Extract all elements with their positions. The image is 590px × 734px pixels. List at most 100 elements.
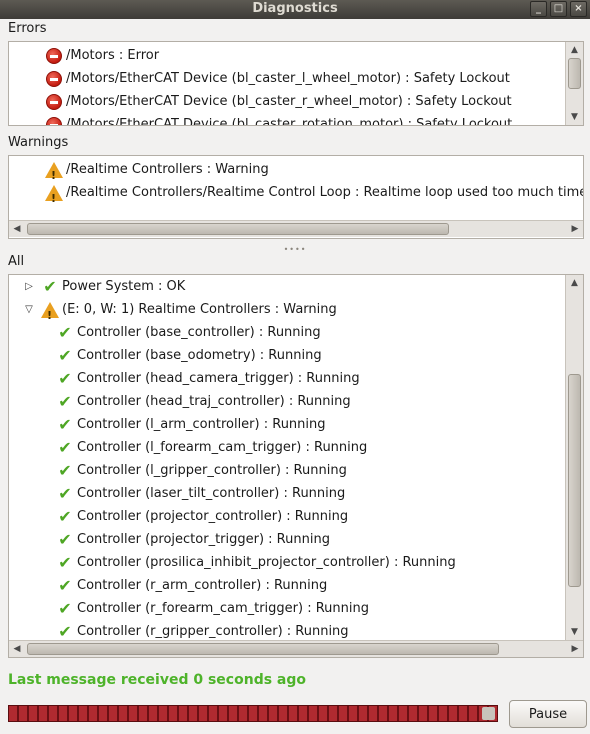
errors-vertical-scrollbar[interactable]: ▲ ▼ (565, 42, 583, 125)
error-row[interactable]: /Motors : Error (45, 44, 159, 67)
item-label: (E: 0, W: 1) Realtime Controllers : Warn… (62, 302, 337, 317)
tree-row[interactable]: ✔ Controller (projector_trigger) : Runnin… (56, 528, 330, 551)
close-button[interactable]: × (570, 1, 587, 17)
ok-icon: ✔ (56, 369, 74, 388)
ok-icon-shape: ✔ (58, 506, 72, 526)
ok-icon: ✔ (56, 415, 74, 434)
item-label: Controller (projector_controller) : Runn… (77, 509, 349, 524)
scroll-up-arrow-icon[interactable]: ▲ (566, 42, 583, 58)
tree-row[interactable]: ▷ ✔ Power System : OK (23, 275, 185, 298)
all-tree[interactable]: ▷ ✔ Power System : OK ▽ (E: 0, W: 1) Realtim… (8, 274, 584, 658)
errors-label: Errors (8, 21, 47, 36)
warnings-horizontal-scrollbar[interactable]: ◀ ▶ (9, 220, 583, 237)
ok-icon-shape: ✔ (58, 575, 72, 595)
error-row[interactable]: /Motors/EtherCAT Device (bl_caster_r_whe… (45, 90, 512, 113)
maximize-button[interactable]: □ (550, 1, 567, 17)
warnings-label: Warnings (8, 135, 69, 150)
scroll-thumb[interactable] (568, 374, 581, 587)
scroll-down-arrow-icon[interactable]: ▼ (566, 109, 583, 125)
ok-icon: ✔ (56, 553, 74, 572)
scroll-down-arrow-icon[interactable]: ▼ (566, 624, 583, 640)
tree-row[interactable]: ✔ Controller (r_arm_controller) : Running (56, 574, 327, 597)
tree-row[interactable]: ✔ Controller (head_camera_trigger) : Runn… (56, 367, 360, 390)
tree-row[interactable]: ✔ Controller (laser_tilt_controller) : Ru… (56, 482, 345, 505)
scroll-thumb[interactable] (27, 223, 449, 235)
error-icon-shape (46, 70, 62, 87)
ok-icon: ✔ (56, 529, 74, 549)
all-vertical-scrollbar[interactable]: ▲ ▼ (565, 275, 583, 640)
ok-icon: ✔ (56, 461, 74, 480)
minimize-button[interactable]: _ (530, 1, 547, 17)
ok-icon-shape: ✔ (58, 621, 72, 641)
window-title: Diagnostics (252, 1, 338, 16)
tree-row[interactable]: ✔ Controller (l_forearm_cam_trigger) : Ru… (56, 436, 367, 459)
all-horizontal-scrollbar[interactable]: ◀ ▶ (9, 640, 583, 657)
scroll-thumb[interactable] (568, 58, 581, 89)
progress-indicator (482, 707, 495, 720)
item-label: /Realtime Controllers/Realtime Control L… (66, 185, 584, 200)
scroll-left-arrow-icon[interactable]: ◀ (9, 641, 25, 657)
ok-icon-shape: ✔ (58, 345, 72, 365)
ok-icon-shape: ✔ (58, 437, 72, 457)
pane-splitter[interactable]: •••• (0, 246, 590, 254)
tree-row[interactable]: ▽ (E: 0, W: 1) Realtime Controllers : War… (23, 298, 337, 327)
ok-icon: ✔ (56, 575, 74, 595)
ok-icon: ✔ (56, 437, 74, 457)
tree-row[interactable]: ✔ Controller (l_gripper_controller) : Run… (56, 459, 347, 482)
ok-icon-shape: ✔ (43, 276, 57, 296)
item-label: /Realtime Controllers : Warning (66, 162, 269, 177)
scroll-thumb[interactable] (27, 643, 499, 655)
warning-row[interactable]: /Realtime Controllers : Warning (45, 158, 269, 187)
item-label: /Motors : Error (66, 48, 160, 63)
scroll-right-arrow-icon[interactable]: ▶ (567, 641, 583, 657)
error-icon-shape (46, 93, 62, 110)
ok-icon-shape: ✔ (58, 483, 72, 503)
tree-row[interactable]: ✔ Controller (projector_controller) : Run… (56, 505, 348, 528)
item-label: Power System : OK (62, 279, 186, 294)
item-label: Controller (head_camera_trigger) : Runni… (77, 371, 360, 386)
warning-icon-shape (45, 184, 63, 210)
ok-icon: ✔ (56, 483, 74, 503)
warning-row[interactable]: /Realtime Controllers/Realtime Control L… (45, 181, 584, 210)
window-controls: _ □ × (530, 1, 587, 17)
warning-icon (45, 184, 63, 210)
item-label: /Motors/EtherCAT Device (bl_caster_r_whe… (66, 94, 512, 109)
error-icon-shape (46, 116, 62, 125)
item-label: Controller (r_arm_controller) : Running (77, 578, 328, 593)
message-progress-bar (8, 705, 498, 722)
item-label: Controller (l_gripper_controller) : Runn… (77, 463, 347, 478)
warnings-list[interactable]: /Realtime Controllers : Warning/Realtime… (8, 155, 584, 239)
warning-icon-shape (45, 161, 63, 187)
scroll-up-arrow-icon[interactable]: ▲ (566, 275, 583, 291)
status-message: Last message received 0 seconds ago (8, 672, 307, 688)
error-icon (45, 47, 63, 65)
tree-row[interactable]: ✔ Controller (prosilica_inhibit_projector… (56, 551, 455, 574)
ok-icon: ✔ (41, 276, 59, 296)
ok-icon: ✔ (56, 392, 74, 411)
ok-icon: ✔ (56, 506, 74, 526)
error-icon-shape (46, 47, 62, 64)
tree-row[interactable]: ✔ Controller (r_forearm_cam_trigger) : Ru… (56, 597, 369, 620)
error-icon (45, 70, 63, 88)
ok-icon: ✔ (56, 345, 74, 365)
pause-button[interactable]: Pause (509, 700, 587, 728)
error-row[interactable]: /Motors/EtherCAT Device (bl_caster_l_whe… (45, 67, 510, 90)
tree-row[interactable]: ✔ Controller (head_traj_controller) : Run… (56, 390, 351, 413)
ok-icon-shape: ✔ (58, 529, 72, 549)
expander-icon[interactable]: ▽ (23, 298, 35, 321)
error-row[interactable]: /Motors/EtherCAT Device (bl_caster_rotat… (45, 113, 512, 125)
item-label: Controller (l_arm_controller) : Running (77, 417, 326, 432)
tree-row[interactable]: ✔ Controller (base_controller) : Running (56, 321, 320, 344)
expander-icon[interactable]: ▷ (23, 275, 35, 298)
scroll-right-arrow-icon[interactable]: ▶ (567, 221, 583, 237)
item-label: Controller (head_traj_controller) : Runn… (77, 394, 351, 409)
scroll-left-arrow-icon[interactable]: ◀ (9, 221, 25, 237)
tree-row[interactable]: ✔ Controller (l_arm_controller) : Running (56, 413, 326, 436)
tree-row[interactable]: ✔ Controller (base_odometry) : Running (56, 344, 321, 367)
warning-icon (45, 161, 63, 187)
ok-icon: ✔ (56, 323, 74, 342)
ok-icon: ✔ (56, 621, 74, 641)
ok-icon-shape: ✔ (58, 598, 72, 618)
errors-list[interactable]: /Motors : Error/Motors/EtherCAT Device (… (8, 41, 584, 126)
warning-icon (41, 301, 59, 327)
